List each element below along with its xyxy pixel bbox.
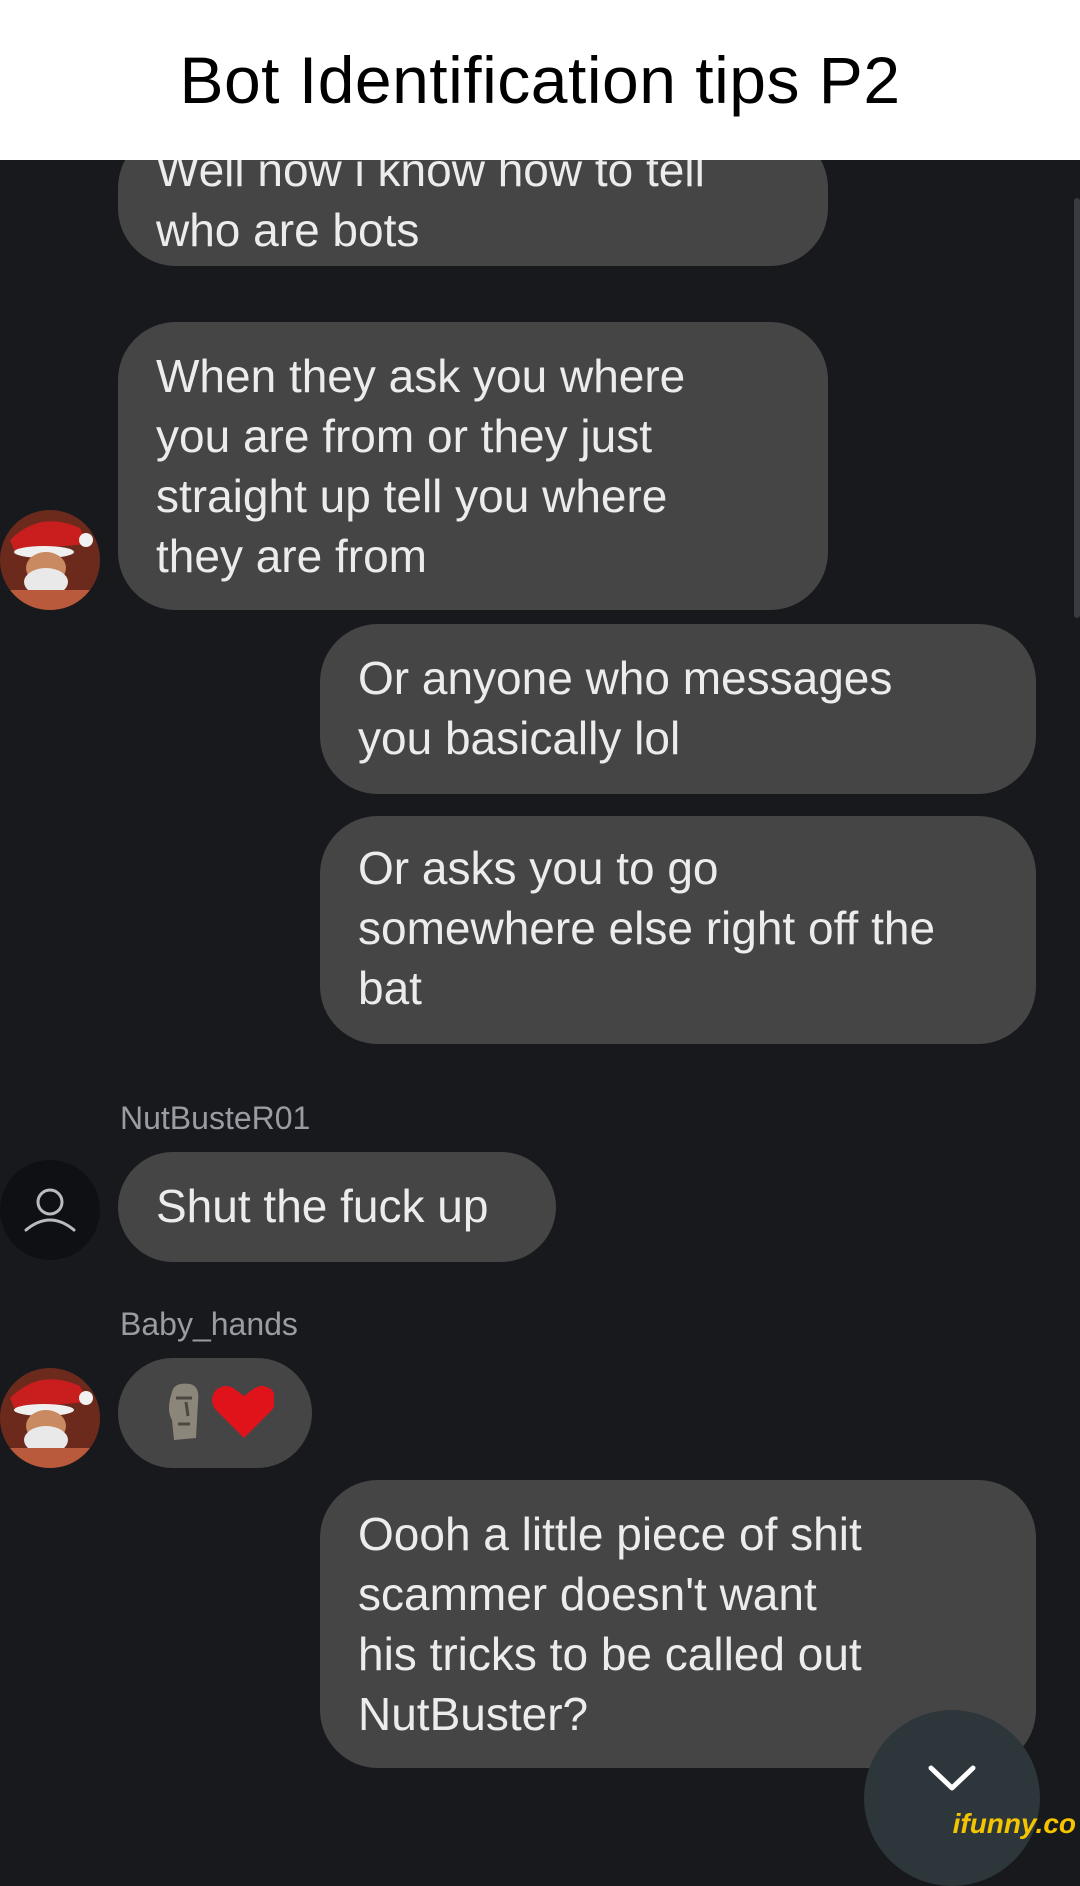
ifunny-watermark: ifunny.co — [952, 1808, 1076, 1839]
avatar-baby-hands[interactable] — [0, 510, 100, 610]
message-bubble-emoji[interactable] — [118, 1358, 312, 1468]
message-text: Or anyone who messages you basically lol — [358, 652, 893, 764]
message-text: Oooh a little piece of shit scammer does… — [358, 1508, 862, 1740]
message-text: Or asks you to go somewhere else right o… — [358, 842, 936, 1014]
emoji-row — [169, 1383, 276, 1440]
message-text: Shut the fuck up — [156, 1180, 489, 1232]
message-text: When they ask you where you are from or … — [156, 350, 686, 582]
person-icon — [24, 1188, 76, 1232]
message-text: Well now i know how to tell who are bots — [156, 160, 705, 256]
message-bubble-outgoing[interactable]: Or asks you to go somewhere else right o… — [320, 816, 1036, 1044]
message-bubble-outgoing[interactable]: Or anyone who messages you basically lol — [320, 624, 1036, 794]
scroll-to-bottom-button[interactable] — [864, 1710, 1040, 1886]
red-heart-emoji-icon — [212, 1386, 276, 1438]
santa-avatar-image — [0, 510, 100, 610]
scrollbar[interactable] — [1074, 198, 1080, 618]
santa-avatar-image — [0, 1368, 100, 1468]
message-bubble-incoming[interactable]: Well now i know how to tell who are bots — [118, 160, 828, 266]
sender-username[interactable]: Baby_hands — [120, 1306, 298, 1343]
message-bubble-incoming[interactable]: Shut the fuck up — [118, 1152, 556, 1262]
chat-thread[interactable]: Well now i know how to tell who are bots… — [0, 160, 1080, 1842]
message-bubble-incoming[interactable]: When they ask you where you are from or … — [118, 322, 828, 610]
moai-emoji-icon — [169, 1383, 199, 1440]
sender-username[interactable]: NutBusteR01 — [120, 1100, 310, 1137]
avatar-baby-hands[interactable] — [0, 1368, 100, 1468]
avatar-nutbuster[interactable] — [0, 1160, 100, 1260]
caption-title: Bot Identification tips P2 — [179, 43, 901, 117]
caption-header: Bot Identification tips P2 — [0, 0, 1080, 160]
chevron-down-icon — [928, 1765, 976, 1791]
